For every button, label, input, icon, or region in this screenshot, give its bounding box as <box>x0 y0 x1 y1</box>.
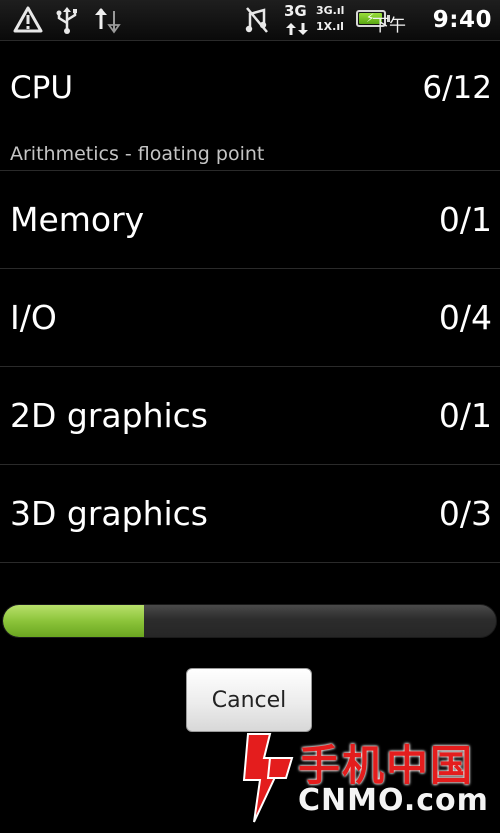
category-progress: 0/1 <box>438 200 492 239</box>
alert-triangle-icon <box>13 6 43 33</box>
category-progress: 0/4 <box>438 298 492 337</box>
vibrate-icon <box>245 7 268 33</box>
status-bar: 3G 3G.ıl 1X.ıl ⚡ 下午 9:40 <box>0 0 500 41</box>
category-row-2d-graphics: 2D graphics 0/1 <box>0 366 500 464</box>
benchmark-header-row: CPU 6/12 <box>0 62 500 122</box>
data-transfer-icon <box>95 8 121 34</box>
category-label: 3D graphics <box>10 494 208 533</box>
cnmo-watermark: 手机中国 CNMO.com <box>240 728 488 828</box>
usb-icon <box>56 7 77 34</box>
list-divider <box>0 562 500 563</box>
category-row-3d-graphics: 3D graphics 0/3 <box>0 464 500 562</box>
signal-3g-label: 3G.ıl <box>316 4 345 17</box>
cnmo-logo-icon <box>242 733 294 823</box>
current-category-label: CPU <box>10 70 74 106</box>
status-ampm: 下午 <box>372 16 406 36</box>
category-label: Memory <box>10 200 145 239</box>
network-3g-label: 3G <box>284 2 307 20</box>
category-label: 2D graphics <box>10 396 208 435</box>
category-list: Memory 0/1 I/O 0/4 2D graphics 0/1 3D gr… <box>0 170 500 563</box>
cancel-button[interactable]: Cancel <box>186 668 312 732</box>
category-progress: 0/3 <box>438 494 492 533</box>
status-time: 9:40 <box>432 7 492 33</box>
signal-icon: 3G.ıl 1X.ıl <box>316 3 352 37</box>
watermark-cn-text: 手机中国 <box>298 741 475 790</box>
category-row-io: I/O 0/4 <box>0 268 500 366</box>
progress-bar-fill <box>3 605 144 637</box>
category-row-memory: Memory 0/1 <box>0 170 500 268</box>
network-3g-icon: 3G <box>283 3 311 37</box>
category-progress: 0/1 <box>438 396 492 435</box>
overall-progress-bar <box>2 604 497 638</box>
watermark-en-text: CNMO.com <box>298 783 489 818</box>
network-arrows-icon <box>286 23 308 35</box>
current-test-label: Arithmetics - floating point <box>10 143 265 165</box>
category-label: I/O <box>10 298 57 337</box>
signal-1x-label: 1X.ıl <box>316 20 344 33</box>
current-category-progress: 6/12 <box>422 70 492 106</box>
